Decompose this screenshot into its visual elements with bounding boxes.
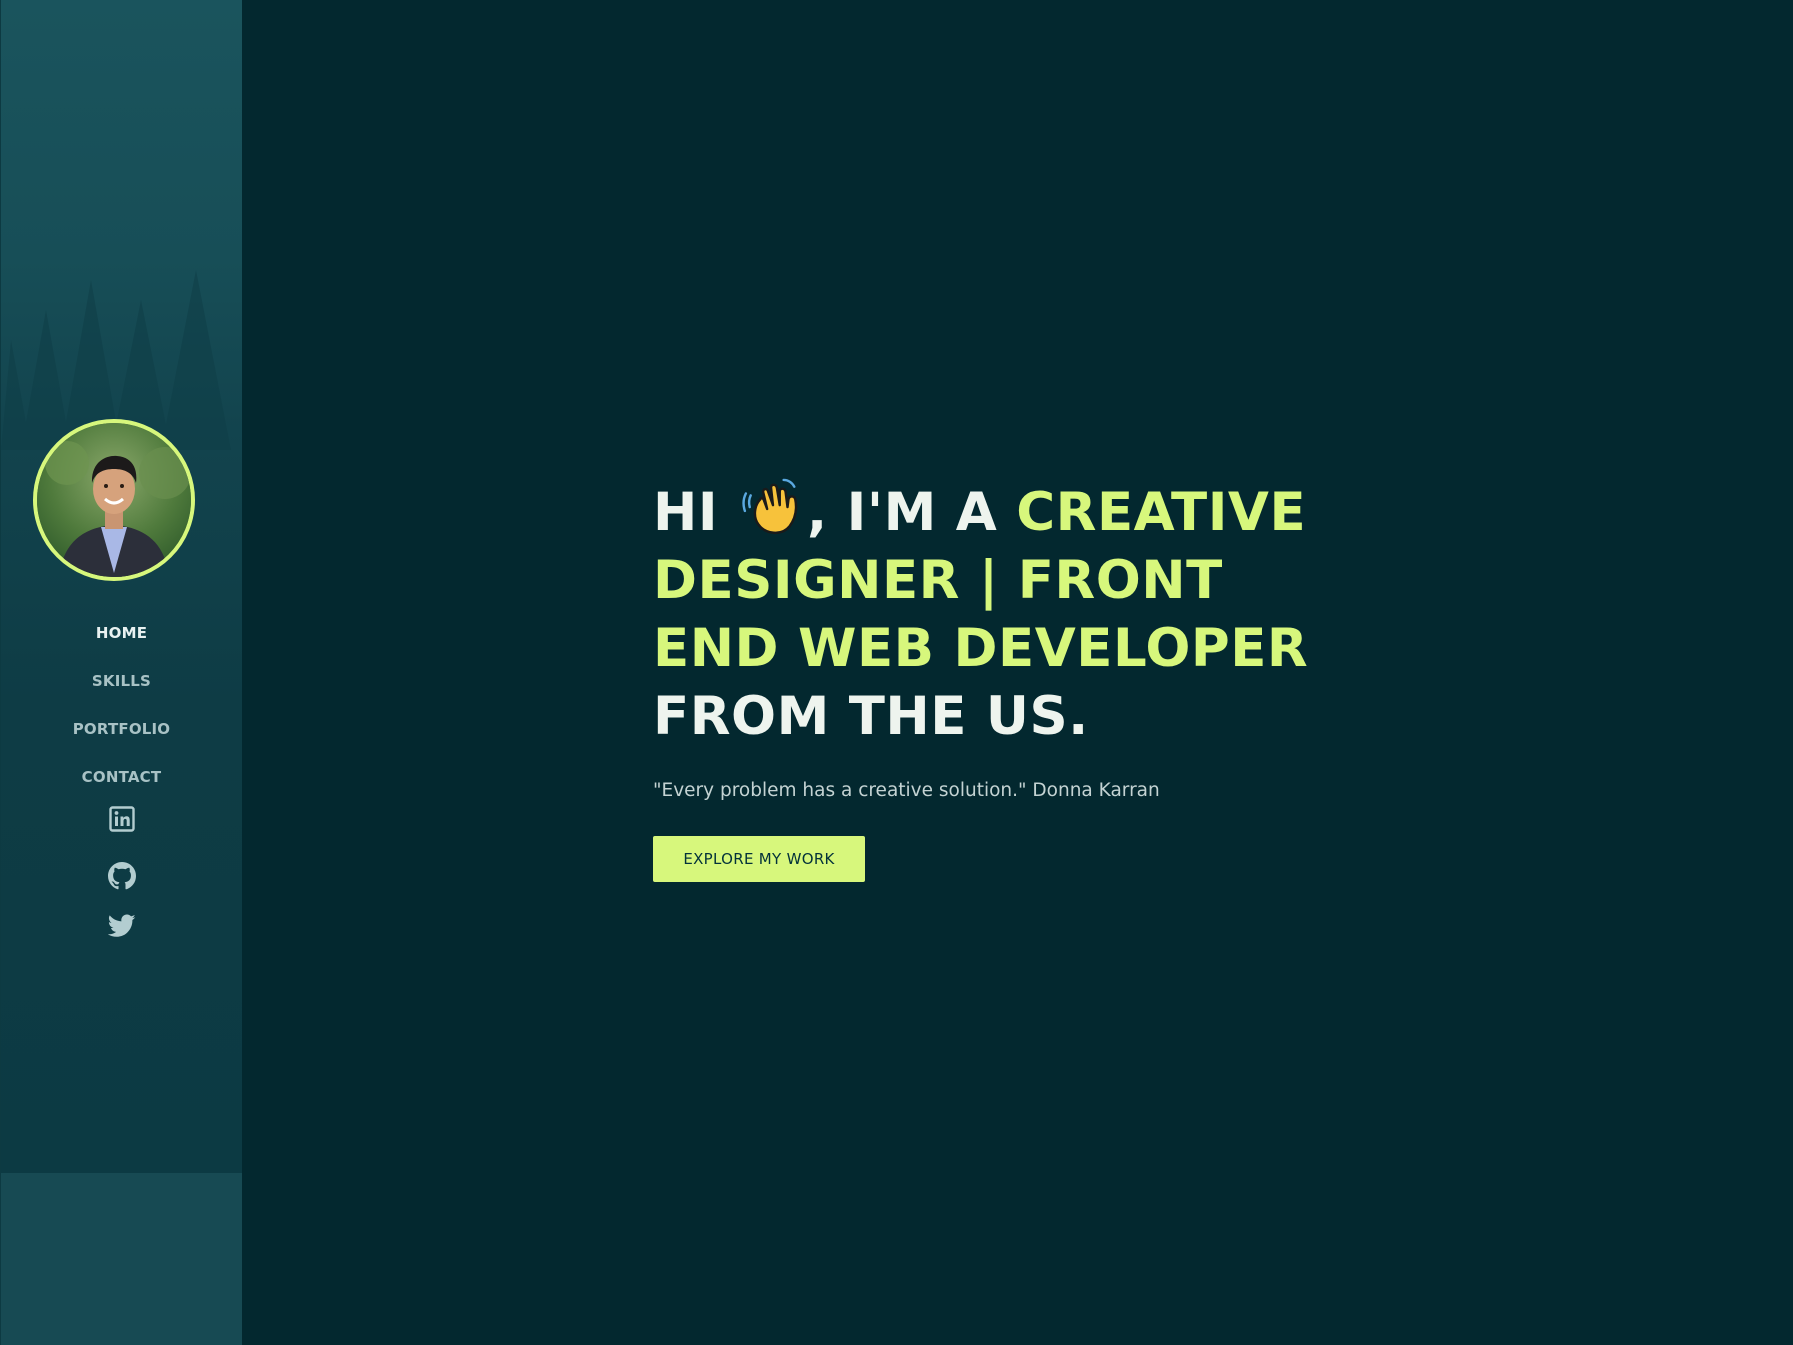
linkedin-icon [108,806,135,832]
avatar-photo [37,423,191,577]
linkedin-link[interactable] [1,806,242,832]
avatar [33,419,195,581]
headline-intro: , I'M A [807,482,998,543]
hero-section: HI , I'M A CREATIVE DESIGNER | FRONT END… [653,478,1353,882]
page: HOME SKILLS PORTFOLIO CONTACT HI , I'M A… [0,0,1793,1345]
sidebar: HOME SKILLS PORTFOLIO CONTACT [0,0,242,1345]
nav-home[interactable]: HOME [1,624,242,642]
github-icon [107,862,136,890]
twitter-link[interactable] [1,914,242,938]
headline-origin: FROM THE US. [653,686,1089,747]
nav-portfolio[interactable]: PORTFOLIO [1,720,242,738]
twitter-icon [107,914,136,937]
github-link[interactable] [1,862,242,890]
hero-headline: HI , I'M A CREATIVE DESIGNER | FRONT END… [653,478,1353,751]
nav-contact[interactable]: CONTACT [1,768,242,786]
headline-greeting: HI [653,482,719,543]
nav-skills[interactable]: SKILLS [1,672,242,690]
explore-my-work-button[interactable]: EXPLORE MY WORK [653,836,865,882]
sidebar-background [1,0,242,1173]
hero-quote: "Every problem has a creative solution."… [653,780,1160,801]
sidebar-footer-area [1,1173,242,1345]
waving-hand-icon [741,478,803,540]
